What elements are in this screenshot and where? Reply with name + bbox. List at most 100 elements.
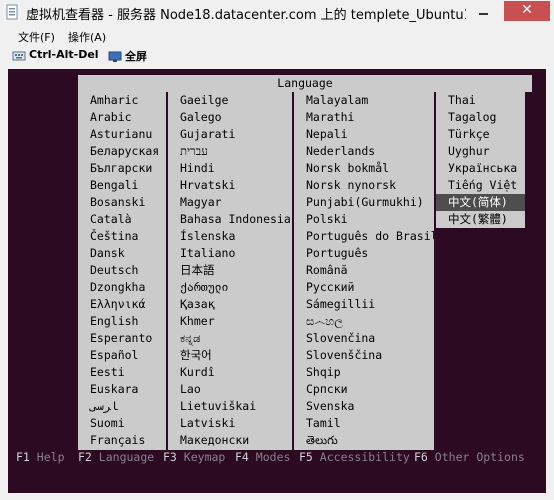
language-option[interactable]: Lietuviškai <box>168 398 292 415</box>
language-menu-title: Language <box>78 75 532 92</box>
language-option[interactable]: 中文(简体) <box>436 194 525 211</box>
language-option[interactable]: Thai <box>436 92 525 109</box>
monitor-icon <box>108 51 122 62</box>
language-option[interactable]: Беларуская <box>78 143 166 160</box>
language-option[interactable]: Latviski <box>168 415 292 432</box>
language-option[interactable]: Italiano <box>168 245 292 262</box>
language-option[interactable]: Македонски <box>168 432 292 449</box>
function-key-bar: F1 Help F2 Language F3 Keymap F4 Modes F… <box>16 450 546 466</box>
language-option[interactable]: Arabic <box>78 109 166 126</box>
language-column-3: Malayalam Marathi Nepali Nederlands Norsk bo… <box>294 92 434 450</box>
language-option[interactable]: Русский <box>294 279 434 296</box>
language-option[interactable]: 中文(繁體) <box>436 211 525 228</box>
language-option[interactable]: Tiếng Việt <box>436 177 525 194</box>
minimize-icon <box>479 13 488 15</box>
language-option[interactable]: Português do Brasil <box>294 228 434 245</box>
viewer-window: 虚拟机查看器 - 服务器 Node18.datacenter.com 上的 te… <box>0 0 554 500</box>
language-option[interactable]: Català <box>78 211 166 228</box>
language-option[interactable]: Magyar <box>168 194 292 211</box>
language-option[interactable]: Türkçe <box>436 126 525 143</box>
fkey-other-options[interactable]: F6 Other Options <box>414 450 525 464</box>
language-option[interactable]: Hrvatski <box>168 177 292 194</box>
keyboard-icon <box>12 51 26 61</box>
viewer-app-icon <box>6 4 18 20</box>
language-option[interactable]: Marathi <box>294 109 434 126</box>
language-option[interactable]: Galego <box>168 109 292 126</box>
language-option[interactable]: Norsk nynorsk <box>294 177 434 194</box>
language-option[interactable]: Ελληνικά <box>78 296 166 313</box>
language-option[interactable]: Bahasa Indonesia <box>168 211 292 228</box>
language-option[interactable]: ქართული <box>168 279 292 296</box>
language-option[interactable]: Nederlands <box>294 143 434 160</box>
language-option[interactable]: Polski <box>294 211 434 228</box>
language-option[interactable]: Deutsch <box>78 262 166 279</box>
fullscreen-button[interactable]: 全屏 <box>108 48 147 66</box>
language-option[interactable]: Bengali <box>78 177 166 194</box>
language-option[interactable]: తెలుగు <box>294 432 434 449</box>
language-option[interactable]: Gaeilge <box>168 92 292 109</box>
language-option[interactable]: Asturianu <box>78 126 166 143</box>
language-option[interactable]: Bosanski <box>78 194 166 211</box>
language-column-1: Amharic Arabic Asturianu Беларуская Българск… <box>78 92 166 450</box>
language-option[interactable]: Dzongkha <box>78 279 166 296</box>
language-column-2: Gaeilge Galego Gujarati עברית Hindi Hrvatski M… <box>168 92 292 450</box>
language-option[interactable]: Čeština <box>78 228 166 245</box>
language-option[interactable]: Íslenska <box>168 228 292 245</box>
language-option[interactable]: Română <box>294 262 434 279</box>
language-option[interactable]: Punjabi(Gurmukhi) <box>294 194 434 211</box>
language-list: Amharic Arabic Asturianu Беларуская Българск… <box>78 92 532 450</box>
language-option[interactable]: Nepali <box>294 126 434 143</box>
language-option[interactable]: Uyghur <box>436 143 525 160</box>
fullscreen-label: 全屏 <box>125 50 147 63</box>
fkey-modes[interactable]: F4 Modes <box>235 450 290 464</box>
menu-actions[interactable]: 操作(A) <box>68 29 106 45</box>
language-option[interactable]: ಕನ್ನಡ <box>168 330 292 347</box>
language-option[interactable]: Kurdî <box>168 364 292 381</box>
language-option[interactable]: ස෴හල <box>294 313 434 330</box>
fkey-language[interactable]: F2 Language <box>78 450 154 464</box>
language-option[interactable]: Sámegillii <box>294 296 434 313</box>
language-option[interactable]: Shqip <box>294 364 434 381</box>
fkey-keymap[interactable]: F3 Keymap <box>163 450 225 464</box>
language-option[interactable]: Português <box>294 245 434 262</box>
language-option[interactable]: Malayalam <box>294 92 434 109</box>
language-option[interactable]: Lao <box>168 381 292 398</box>
language-option[interactable]: Slovenščina <box>294 347 434 364</box>
language-option[interactable]: עברית <box>168 143 292 160</box>
language-option[interactable]: Eesti <box>78 364 166 381</box>
language-option[interactable]: Amharic <box>78 92 166 109</box>
language-option[interactable]: Hindi <box>168 160 292 177</box>
language-option[interactable]: Tamil <box>294 415 434 432</box>
close-button[interactable]: ✕ <box>504 1 550 21</box>
language-option[interactable]: Suomi <box>78 415 166 432</box>
fkey-accessibility[interactable]: F5 Accessibility <box>299 450 410 464</box>
language-option[interactable]: Српски <box>294 381 434 398</box>
minimize-button[interactable] <box>470 1 497 21</box>
language-option[interactable]: Khmer <box>168 313 292 330</box>
language-option[interactable]: English <box>78 313 166 330</box>
language-option[interactable]: Қазақ <box>168 296 292 313</box>
language-option[interactable]: ﺎﺮﺳﯽ <box>78 398 166 415</box>
language-option[interactable]: Gujarati <box>168 126 292 143</box>
title-bar[interactable]: 虚拟机查看器 - 服务器 Node18.datacenter.com 上的 te… <box>0 0 554 26</box>
language-option[interactable]: Euskara <box>78 381 166 398</box>
ctrl-alt-del-button[interactable]: Ctrl-Alt-Del <box>12 48 99 66</box>
language-option[interactable]: Svenska <box>294 398 434 415</box>
language-option[interactable]: 日本語 <box>168 262 292 279</box>
language-option[interactable]: Français <box>78 432 166 449</box>
language-option[interactable]: Български <box>78 160 166 177</box>
window-title: 虚拟机查看器 - 服务器 Node18.datacenter.com 上的 te… <box>26 8 466 23</box>
language-option[interactable]: Norsk bokmål <box>294 160 434 177</box>
language-option[interactable]: 한국어 <box>168 347 292 364</box>
toolbar: Ctrl-Alt-Del 全屏 <box>8 46 546 68</box>
language-option[interactable]: Español <box>78 347 166 364</box>
ctrl-alt-del-label: Ctrl-Alt-Del <box>29 48 99 61</box>
fkey-help[interactable]: F1 Help <box>16 450 65 464</box>
language-option[interactable]: Tagalog <box>436 109 525 126</box>
vm-console[interactable]: Language Amharic Arabic Asturianu Беларуска… <box>8 69 546 493</box>
language-option[interactable]: Dansk <box>78 245 166 262</box>
language-option[interactable]: Українська <box>436 160 525 177</box>
language-option[interactable]: Slovenčina <box>294 330 434 347</box>
language-option[interactable]: Esperanto <box>78 330 166 347</box>
menu-file[interactable]: 文件(F) <box>18 29 55 45</box>
